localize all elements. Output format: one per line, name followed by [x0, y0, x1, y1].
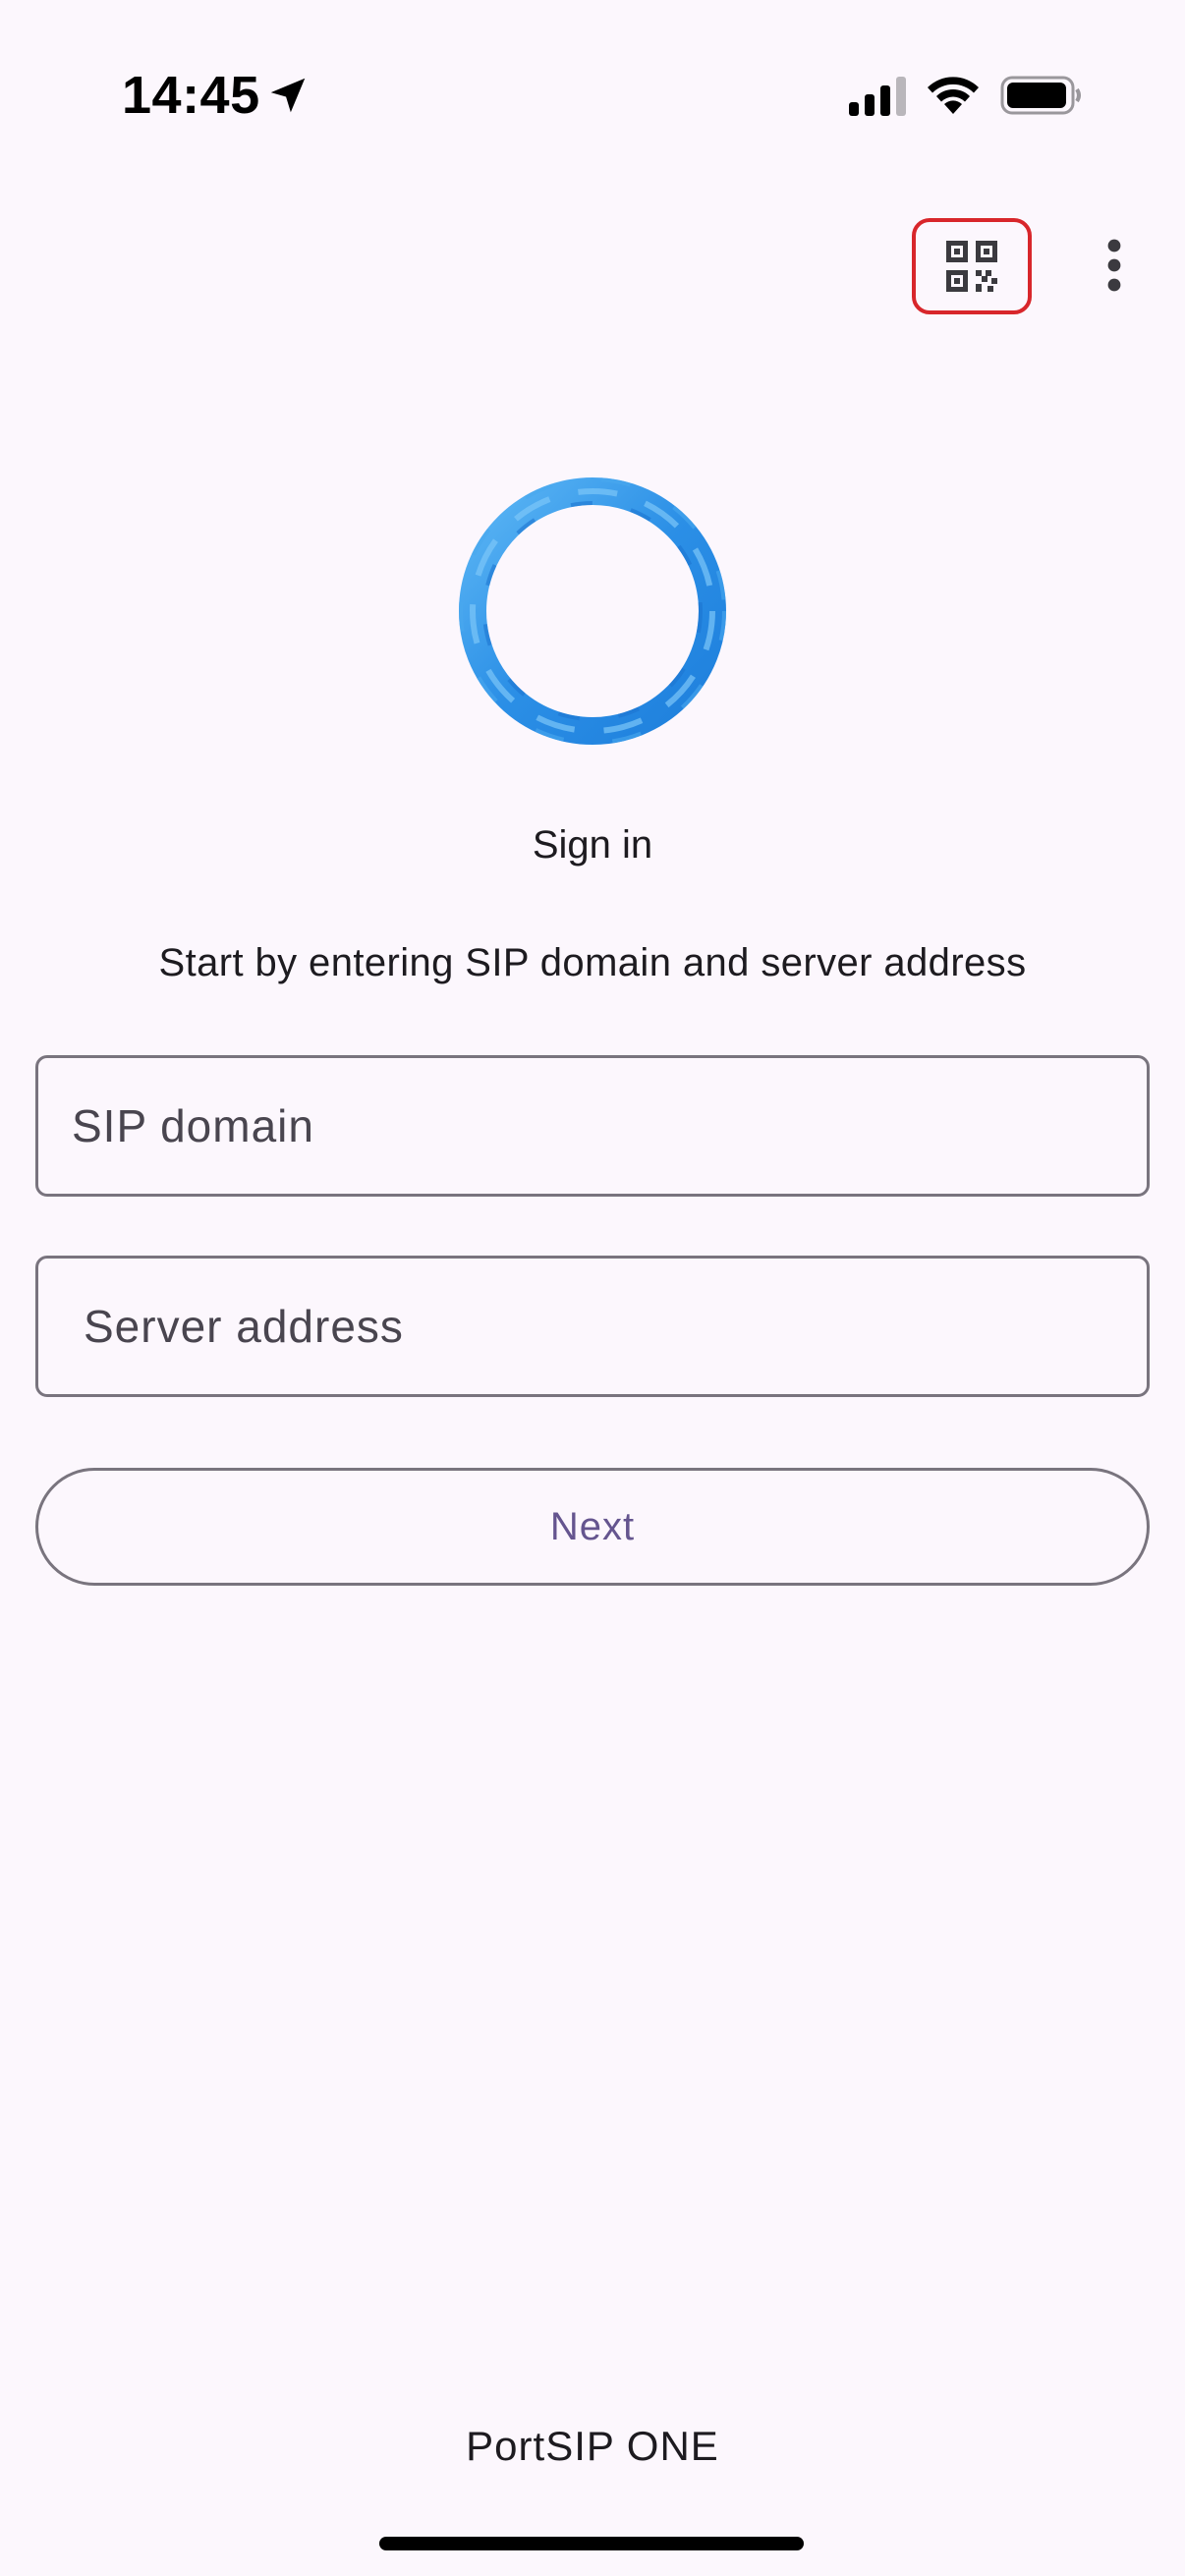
- status-bar: 14:45: [0, 0, 1185, 187]
- battery-icon: [1000, 76, 1081, 115]
- sign-in-subtitle: Start by entering SIP domain and server …: [158, 941, 1027, 984]
- location-arrow-icon: [270, 78, 306, 113]
- sip-domain-field: [35, 1055, 1150, 1197]
- footer-brand: PortSIP ONE: [466, 2423, 719, 2469]
- more-options-button[interactable]: [1085, 226, 1144, 305]
- sip-domain-input[interactable]: [38, 1058, 1147, 1194]
- more-vertical-icon: [1107, 239, 1121, 292]
- next-button[interactable]: Next: [35, 1468, 1150, 1586]
- sign-in-title: Sign in: [532, 823, 653, 867]
- server-address-field: [35, 1256, 1150, 1397]
- portsip-ring-logo: [459, 477, 726, 745]
- cellular-signal-icon: [849, 77, 906, 116]
- qr-code-scan-button[interactable]: [912, 218, 1032, 314]
- qr-code-icon: [946, 241, 997, 292]
- home-indicator[interactable]: [379, 2537, 804, 2550]
- server-address-input[interactable]: [38, 1259, 1147, 1394]
- status-time: 14:45: [122, 66, 260, 125]
- wifi-icon: [928, 77, 979, 114]
